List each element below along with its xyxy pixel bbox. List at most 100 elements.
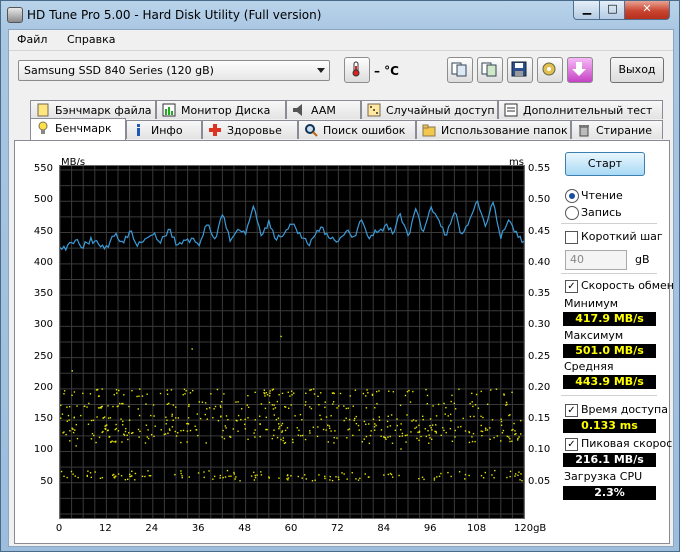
temperature-button[interactable]: [344, 57, 370, 83]
access-time-point: [484, 429, 487, 431]
close-button[interactable]: ✕: [624, 1, 670, 20]
exit-button[interactable]: Выход: [610, 57, 664, 83]
access-time-point: [374, 423, 376, 425]
y2-tick-label: 0.10: [528, 444, 551, 456]
access-time-point: [281, 431, 283, 433]
access-time-point: [364, 473, 366, 475]
access-time-point: [406, 434, 408, 436]
step-size-stepper[interactable]: 40: [565, 250, 627, 270]
access-time-point: [474, 404, 477, 406]
access-time-point: [235, 419, 237, 422]
access-time-point: [433, 477, 436, 479]
access-time-point: [277, 417, 280, 419]
copy-info-button[interactable]: [477, 57, 503, 83]
copy-info-icon: [481, 62, 497, 77]
access-time-point: [369, 434, 372, 437]
access-time-point: [493, 436, 495, 439]
access-time-point: [187, 417, 190, 419]
access-time-point: [103, 416, 106, 418]
access-time-point: [169, 429, 171, 432]
access-time-point: [150, 433, 153, 436]
tab-aam[interactable]: AAM: [286, 100, 361, 119]
copy-button[interactable]: [447, 57, 473, 83]
access-time-point: [287, 479, 289, 481]
access-time-point: [144, 475, 146, 478]
options-button[interactable]: [537, 57, 563, 83]
access-time-point: [435, 432, 438, 434]
tab-error-scan[interactable]: Поиск ошибок: [298, 120, 416, 139]
tab-file-benchmark[interactable]: Бэнчмарк файла: [30, 100, 156, 119]
tab-benchmark[interactable]: Бенчмарк: [30, 118, 126, 140]
tab-health[interactable]: Здоровье: [202, 120, 298, 139]
title-bar[interactable]: HD Tune Pro 5.00 - Hard Disk Utility (Fu…: [1, 1, 679, 29]
download-button[interactable]: [567, 57, 593, 83]
access-time-point: [121, 441, 123, 443]
access-time-point: [275, 418, 278, 421]
tab-random-access[interactable]: Случайный доступ: [361, 100, 498, 119]
access-time-point: [66, 476, 68, 479]
access-time-point: [102, 430, 104, 433]
y-tick-label: 350: [33, 288, 53, 300]
access-time-point: [63, 475, 65, 478]
access-time-point: [88, 402, 90, 405]
access-time-point: [269, 392, 271, 394]
minimize-button[interactable]: ▁: [573, 1, 601, 20]
access-time-point: [165, 423, 167, 425]
access-time-point: [72, 431, 75, 434]
access-time-point: [117, 473, 120, 475]
access-time-point: [220, 415, 222, 417]
access-time-point: [453, 402, 456, 405]
tab-extra-tests[interactable]: Дополнительный тест: [498, 100, 663, 119]
access-time-point: [246, 404, 248, 406]
transfer-speed-checkbox[interactable]: ✓: [565, 280, 578, 293]
y-tick-label: 150: [33, 413, 53, 425]
short-step-checkbox[interactable]: [565, 231, 578, 244]
tab-erase[interactable]: Стирание: [571, 120, 663, 139]
access-time-point: [98, 395, 100, 397]
access-time-point: [438, 475, 441, 478]
menu-file[interactable]: Файл: [17, 33, 47, 46]
app-window: HD Tune Pro 5.00 - Hard Disk Utility (Fu…: [0, 0, 680, 552]
access-time-checkbox[interactable]: ✓: [565, 404, 578, 417]
read-radio[interactable]: [565, 189, 579, 203]
access-time-point: [424, 428, 427, 430]
access-time-point: [278, 477, 280, 479]
y2-tick-label: 0.05: [528, 475, 551, 487]
max-label: Максимум: [564, 329, 624, 342]
access-time-point: [490, 389, 492, 391]
save-button[interactable]: [507, 57, 533, 83]
access-time-point: [250, 475, 253, 477]
chart-icon: [162, 103, 176, 117]
access-time-point: [145, 424, 148, 426]
menu-help[interactable]: Справка: [67, 33, 115, 46]
access-time-point: [284, 429, 287, 432]
access-time-point: [444, 413, 446, 415]
tab-disk-monitor[interactable]: Монитор Диска: [156, 100, 286, 119]
maximize-button[interactable]: □: [599, 1, 626, 20]
access-time-point: [222, 476, 224, 479]
access-time-point: [378, 419, 381, 421]
burst-rate-checkbox[interactable]: ✓: [565, 438, 578, 451]
access-time-point: [482, 416, 484, 419]
start-button[interactable]: Старт: [565, 152, 645, 176]
write-radio[interactable]: [565, 206, 579, 220]
access-time-point: [471, 392, 473, 395]
access-time-point: [389, 472, 392, 475]
tab-info[interactable]: Инфо: [126, 120, 202, 139]
x-tick-label: 120gB: [514, 523, 547, 534]
access-time-point: [87, 423, 90, 425]
y-tick-label: 550: [33, 163, 53, 174]
access-time-point: [391, 442, 394, 444]
access-time-point: [366, 389, 368, 391]
access-time-point: [67, 414, 70, 417]
access-time-point: [154, 425, 156, 427]
access-time-point: [121, 402, 123, 405]
access-time-point: [181, 475, 183, 477]
access-time-point: [206, 408, 208, 410]
access-time-point: [430, 427, 432, 429]
access-time-point: [458, 471, 461, 473]
drive-select[interactable]: Samsung SSD 840 Series (120 gB): [18, 60, 330, 81]
tab-folder-usage[interactable]: Использование папок: [416, 120, 571, 139]
access-time-point: [208, 470, 210, 472]
access-time-point: [415, 420, 417, 422]
